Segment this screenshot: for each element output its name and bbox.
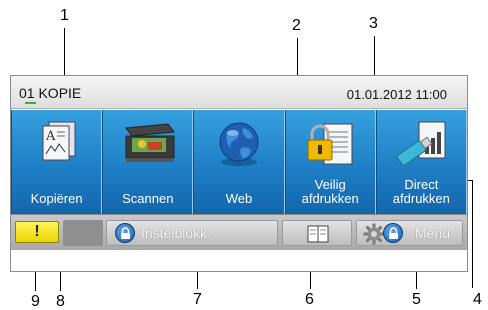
secure-print-label-line2: afdrukken [301, 191, 359, 206]
callout-9: 9 [31, 293, 40, 310]
copy-tile-label: Kopiëren [30, 191, 83, 206]
secure-print-label-line1: Veilig [314, 177, 346, 192]
web-tile[interactable]: Web [193, 110, 285, 214]
callout-3: 3 [369, 15, 378, 32]
menu-button[interactable]: Menu [356, 220, 463, 246]
copy-tile[interactable]: A Kopiëren [11, 110, 103, 214]
secure-print-tile-label: Veilig afdrukken [286, 178, 375, 206]
menu-label: Menu [415, 225, 451, 241]
address-book-button[interactable] [282, 220, 352, 246]
lock-icon [115, 223, 135, 243]
direct-print-tile[interactable]: Direct afdrukken [375, 110, 467, 214]
direct-print-label-line2: afdrukken [392, 191, 450, 206]
secure-print-tile[interactable]: Veilig afdrukken [284, 110, 376, 214]
usb-drive-icon [397, 121, 446, 166]
callout-5: 5 [412, 291, 421, 308]
touchscreen-display: 01 KOPIE 01.01.2012 11:00 A Kopiëren Sca… [10, 75, 468, 272]
callout-4: 4 [473, 291, 482, 308]
slot-number: 01 [19, 85, 35, 101]
scanner-icon [124, 123, 175, 162]
web-tile-label: Web [225, 191, 253, 206]
date-time: 01.01.2012 11:00 [346, 87, 447, 102]
callout-8: 8 [56, 293, 65, 310]
globe-icon [219, 122, 259, 166]
callout-7: 7 [193, 291, 202, 308]
mode-label: KOPIE [38, 85, 82, 101]
warning-button[interactable]: ! [15, 221, 59, 243]
callout-1: 1 [60, 7, 69, 24]
svg-text:A: A [45, 129, 56, 144]
secure-print-lock-icon [307, 123, 353, 165]
leader-line-4 [472, 180, 473, 288]
direct-print-tile-label: Direct afdrukken [377, 178, 466, 206]
menu-lock-icon [383, 223, 403, 243]
bottom-bar: ! Instelblokk. Menu [11, 214, 467, 250]
scan-tile[interactable]: Scannen [102, 110, 194, 214]
blank-panel [63, 220, 103, 246]
settings-lock-button[interactable]: Instelblokk. [106, 220, 278, 246]
scan-tile-label: Scannen [122, 191, 174, 206]
copy-document-icon: A [42, 121, 76, 161]
callout-2: 2 [292, 17, 301, 34]
callout-6: 6 [305, 291, 314, 308]
status-bar: 01 KOPIE 01.01.2012 11:00 [11, 76, 467, 109]
function-tiles: A Kopiëren Scannen Web Veilig afdrukken … [11, 110, 467, 214]
direct-print-label-line1: Direct [404, 177, 439, 192]
address-book-icon [307, 225, 329, 243]
mode-indicator: 01 KOPIE [19, 85, 81, 101]
settings-lock-label: Instelblokk. [141, 225, 212, 241]
gear-icon [363, 223, 385, 245]
